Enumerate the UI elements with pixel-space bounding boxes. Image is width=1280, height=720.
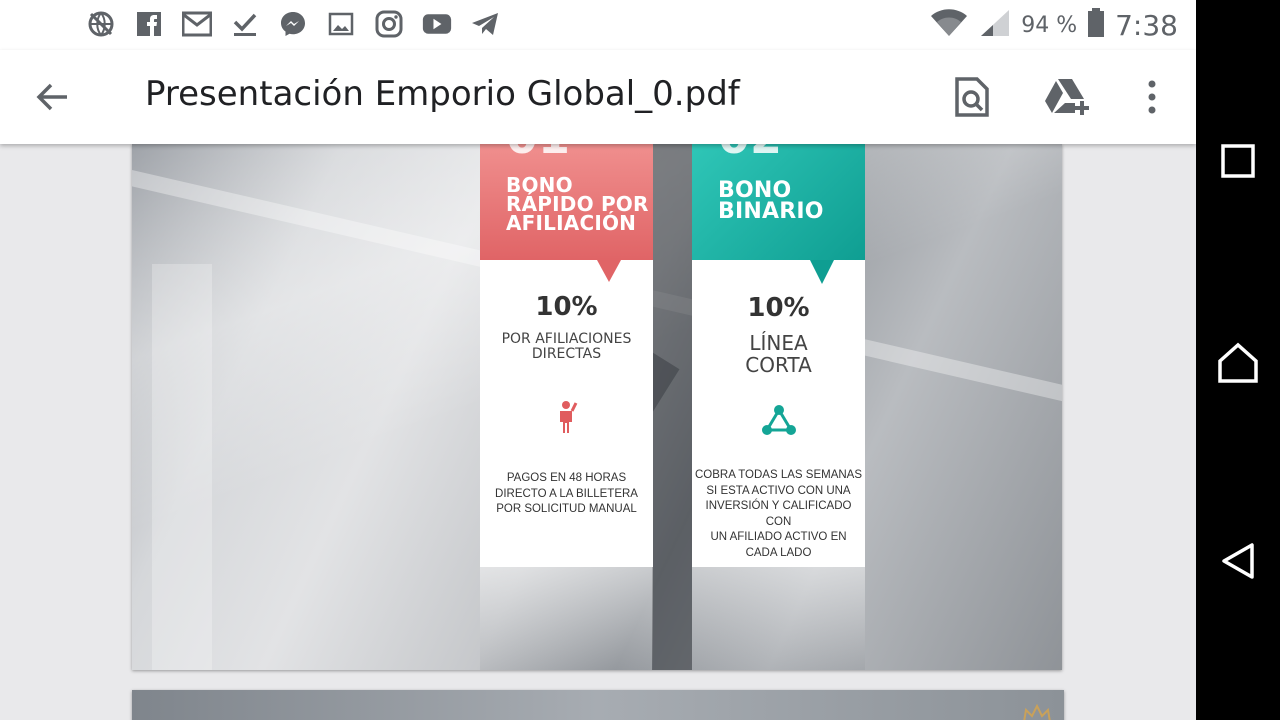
card-heading: BONO RÁPIDO POR AFILIACIÓN (506, 173, 649, 235)
vpn-globe-icon (86, 9, 116, 39)
card-number: 01 (506, 144, 570, 164)
card-subtitle: POR AFILIACIONES DIRECTAS (501, 331, 632, 362)
binary-tree-icon (761, 404, 797, 440)
card-percent: 10% (747, 293, 810, 323)
card-header: 01 BONO RÁPIDO POR AFILIACIÓN (480, 144, 653, 260)
instagram-icon (374, 9, 404, 39)
more-vert-icon (1148, 80, 1156, 114)
card-percent: 10% (535, 292, 598, 322)
clock: 7:38 (1115, 8, 1178, 42)
bonus-card-binary: 02 BONO BINARIO 10% LÍNEA CORTA COBRA TO… (692, 144, 865, 670)
back-triangle-icon (1222, 543, 1254, 579)
recents-square-icon (1221, 144, 1255, 178)
pdf-page: 01 BONO RÁPIDO POR AFILIACIÓN 10% POR AF… (132, 144, 1062, 670)
card-heading: BONO BINARIO (718, 178, 824, 224)
find-in-document-icon (955, 77, 989, 117)
image-icon (326, 9, 356, 39)
person-raising-hand-icon (554, 400, 578, 438)
card-subtitle: LÍNEA CORTA (745, 331, 812, 377)
card-note: COBRA TODAS LAS SEMANAS SI ESTA ACTIVO C… (694, 469, 863, 559)
battery-percent: 94 % (1021, 12, 1078, 38)
add-to-drive-button[interactable] (1043, 72, 1093, 122)
card-number: 02 (718, 144, 782, 164)
background-panel (152, 264, 212, 670)
more-options-button[interactable] (1127, 72, 1177, 122)
card-body: 10% LÍNEA CORTA COBRA TODAS LAS SEMANAS … (692, 260, 865, 567)
navigation-bar (1196, 0, 1280, 720)
card-pointer (597, 260, 621, 282)
facebook-icon (134, 9, 164, 39)
youtube-icon (422, 9, 452, 39)
messenger-icon (278, 9, 308, 39)
bonus-card-rapid: 01 BONO RÁPIDO POR AFILIACIÓN 10% POR AF… (480, 144, 653, 670)
background-divider (652, 144, 692, 670)
card-reflection (480, 567, 653, 670)
crown-logo-icon (1022, 703, 1052, 720)
add-to-drive-icon (1045, 79, 1089, 115)
card-pointer (810, 260, 834, 284)
gmail-icon (182, 9, 212, 39)
wifi-icon (929, 8, 969, 42)
pdf-page-next (132, 690, 1064, 720)
card-body: 10% POR AFILIACIONES DIRECTAS PAGOS EN 4… (480, 260, 653, 567)
arrow-back-icon (36, 83, 67, 111)
recents-button[interactable] (1213, 136, 1263, 186)
card-reflection (692, 567, 865, 670)
card-note: PAGOS EN 48 HORAS DIRECTO A LA BILLETERA… (495, 472, 638, 515)
find-in-document-button[interactable] (947, 72, 997, 122)
home-icon (1218, 342, 1258, 383)
pdf-viewer[interactable]: 01 BONO RÁPIDO POR AFILIACIÓN 10% POR AF… (0, 144, 1196, 720)
system-status: 94 % 7:38 (929, 8, 1178, 42)
app-bar: Presentación Emporio Global_0.pdf (0, 50, 1196, 144)
home-button[interactable] (1213, 338, 1263, 388)
nav-back-button[interactable] (1213, 536, 1263, 586)
telegram-icon (470, 9, 500, 39)
notification-icons (86, 9, 500, 39)
document-title: Presentación Emporio Global_0.pdf (145, 74, 740, 114)
battery-icon (1087, 8, 1105, 42)
back-button[interactable] (28, 72, 78, 122)
download-done-icon (230, 9, 260, 39)
signal-icon (979, 8, 1011, 42)
status-bar: 94 % 7:38 (0, 0, 1196, 50)
card-header: 02 BONO BINARIO (692, 144, 865, 260)
